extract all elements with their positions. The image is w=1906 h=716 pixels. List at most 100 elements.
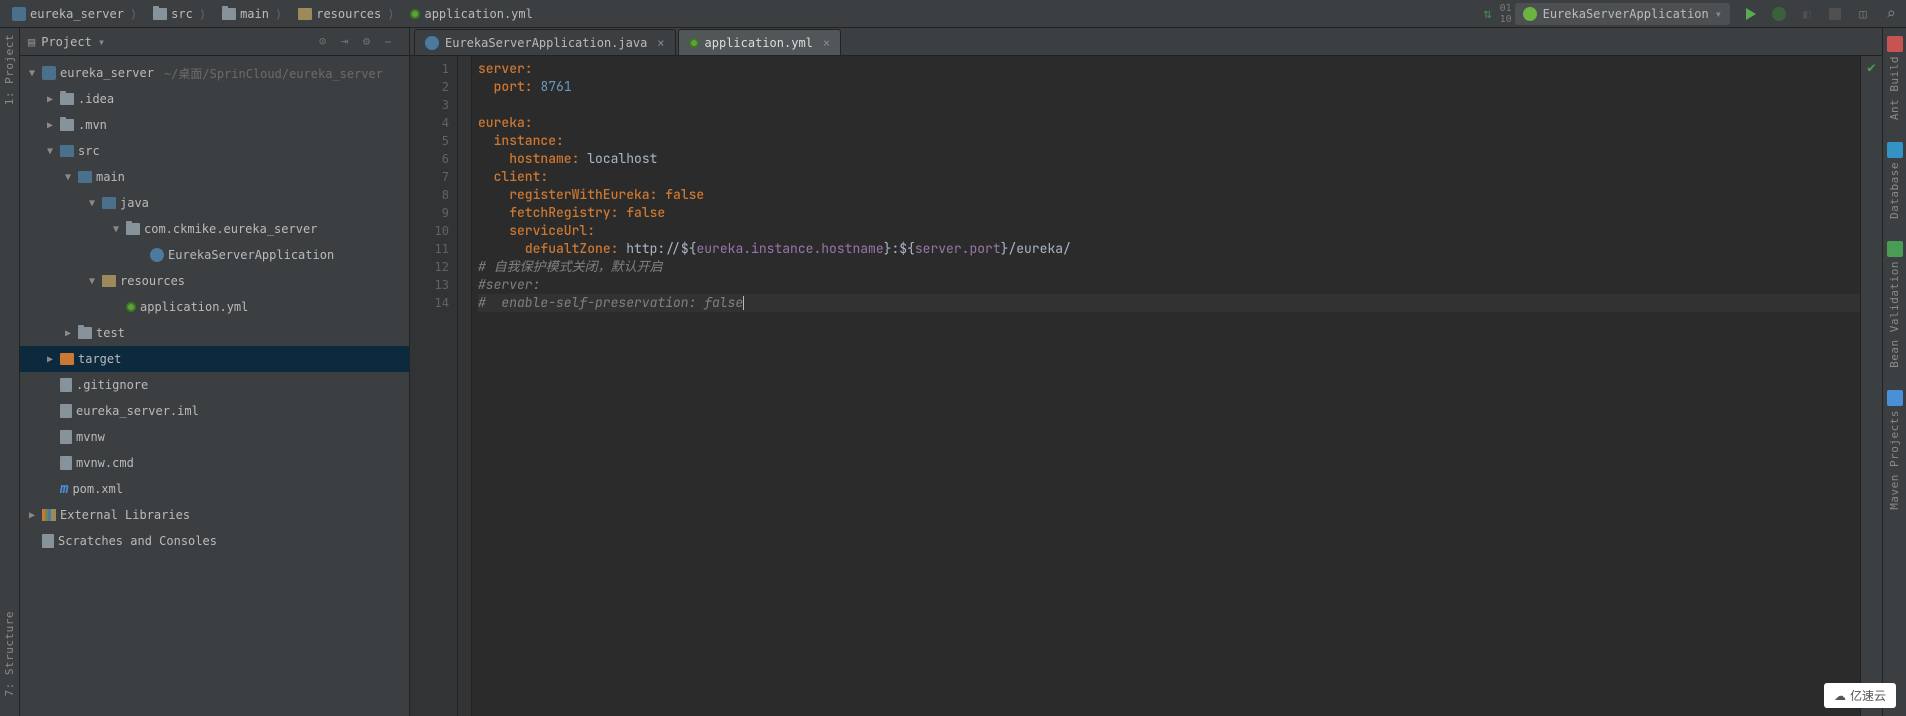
- tree-arrow[interactable]: ▼: [62, 172, 74, 183]
- tree-row[interactable]: EurekaServerApplication: [20, 242, 409, 268]
- hide-icon[interactable]: ⎯: [385, 34, 401, 50]
- breadcrumb-item[interactable]: src⟩: [147, 3, 212, 25]
- line-number: 11: [410, 240, 449, 258]
- navigation-bar: eureka_server⟩src⟩main⟩resources⟩applica…: [0, 0, 1906, 28]
- tree-row[interactable]: ▶.mvn: [20, 112, 409, 138]
- tool-window-button[interactable]: Ant Build: [1887, 36, 1903, 120]
- tree-row[interactable]: ▼com.ckmike.eureka_server: [20, 216, 409, 242]
- chevron-down-icon[interactable]: ▾: [98, 35, 105, 49]
- editor-tab[interactable]: application.yml ×: [678, 29, 842, 55]
- module-icon: [12, 7, 26, 21]
- project-panel-header: ▤ Project ▾ ⊙ ⇥ ⚙ ⎯: [20, 28, 409, 56]
- run-config-selector[interactable]: EurekaServerApplication ▾: [1515, 3, 1730, 25]
- tree-row[interactable]: ▼eureka_server~/桌面/SprinCloud/eureka_ser…: [20, 60, 409, 86]
- code-line[interactable]: defualtZone: http://${eureka.instance.ho…: [478, 240, 1860, 258]
- stop-button[interactable]: [1826, 5, 1844, 23]
- tree-row[interactable]: ▼ src: [20, 138, 409, 164]
- right-tool-stripe: Ant Build Database Bean Validation Maven Pr…: [1882, 28, 1906, 716]
- code-line[interactable]: serviceUrl:: [478, 222, 1860, 240]
- tree-arrow[interactable]: ▼: [44, 146, 56, 157]
- tree-row[interactable]: eureka_server.iml: [20, 398, 409, 424]
- code-line[interactable]: server:: [478, 60, 1860, 78]
- tree-row[interactable]: ▶External Libraries: [20, 502, 409, 528]
- class-icon: [150, 248, 164, 262]
- tool-window-button[interactable]: Maven Projects: [1887, 390, 1903, 510]
- search-icon[interactable]: ⌕: [1882, 5, 1900, 23]
- code-line[interactable]: client:: [478, 168, 1860, 186]
- tree-arrow[interactable]: ▶: [44, 354, 56, 365]
- tree-row[interactable]: mpom.xml: [20, 476, 409, 502]
- tree-label: eureka_server: [60, 66, 154, 80]
- breadcrumb-item[interactable]: application.yml: [404, 3, 538, 25]
- code-line[interactable]: [478, 96, 1860, 114]
- close-icon[interactable]: ×: [657, 36, 664, 50]
- code-line[interactable]: #server:: [478, 276, 1860, 294]
- code-line[interactable]: eureka:: [478, 114, 1860, 132]
- breadcrumb-item[interactable]: resources⟩: [292, 3, 400, 25]
- tree-arrow[interactable]: ▼: [86, 198, 98, 209]
- tool-label: Ant Build: [1888, 56, 1901, 120]
- package-icon: [126, 223, 140, 235]
- code-line[interactable]: port: 8761: [478, 78, 1860, 96]
- tree-arrow[interactable]: ▶: [26, 510, 38, 521]
- folder-icon: [222, 8, 236, 20]
- tree-label: src: [78, 144, 100, 158]
- source-folder-icon: [102, 197, 116, 209]
- collapse-icon[interactable]: ⇥: [341, 34, 357, 50]
- tree-row[interactable]: Scratches and Consoles: [20, 528, 409, 554]
- tree-arrow[interactable]: ▶: [62, 328, 74, 339]
- binary-icon[interactable]: 0110: [1497, 5, 1515, 23]
- line-number: 3: [410, 96, 449, 114]
- code-line[interactable]: hostname: localhost: [478, 150, 1860, 168]
- breadcrumb-item[interactable]: eureka_server⟩: [6, 3, 143, 25]
- code-line[interactable]: # 自我保护模式关闭，默认开启: [478, 258, 1860, 276]
- tree-row[interactable]: .gitignore: [20, 372, 409, 398]
- tree-arrow[interactable]: ▶: [44, 120, 56, 131]
- tree-row[interactable]: mvnw.cmd: [20, 450, 409, 476]
- tree-row[interactable]: application.yml: [20, 294, 409, 320]
- tool-icon: [1887, 241, 1903, 257]
- project-tree[interactable]: ▼eureka_server~/桌面/SprinCloud/eureka_ser…: [20, 56, 409, 716]
- run-button[interactable]: [1742, 5, 1760, 23]
- close-icon[interactable]: ×: [823, 36, 830, 50]
- tree-row[interactable]: ▼ main: [20, 164, 409, 190]
- debug-button[interactable]: [1770, 5, 1788, 23]
- fold-gutter[interactable]: [458, 56, 472, 716]
- tree-label: main: [96, 170, 125, 184]
- tree-arrow[interactable]: ▼: [86, 276, 98, 287]
- tree-row[interactable]: ▶test: [20, 320, 409, 346]
- tool-project[interactable]: 1: Project: [3, 34, 16, 105]
- source-folder-icon: [60, 145, 74, 157]
- tree-arrow[interactable]: ▶: [44, 94, 56, 105]
- code-line[interactable]: # enable-self-preservation: false: [478, 294, 1860, 312]
- class-icon: [425, 36, 439, 50]
- update-icon[interactable]: ⇅: [1479, 5, 1497, 23]
- tree-row[interactable]: mvnw: [20, 424, 409, 450]
- tool-icon: [1887, 142, 1903, 158]
- code-line[interactable]: fetchRegistry: false: [478, 204, 1860, 222]
- coverage-button[interactable]: ◧: [1798, 5, 1816, 23]
- line-number: 13: [410, 276, 449, 294]
- tree-row[interactable]: ▶target: [20, 346, 409, 372]
- tree-arrow[interactable]: ▼: [110, 224, 122, 235]
- editor-tab[interactable]: EurekaServerApplication.java×: [414, 29, 676, 55]
- code-line[interactable]: registerWithEureka: false: [478, 186, 1860, 204]
- layout-icon[interactable]: ◫: [1854, 5, 1872, 23]
- tree-row[interactable]: ▼java: [20, 190, 409, 216]
- tree-arrow[interactable]: ▼: [26, 68, 38, 79]
- tab-label: application.yml: [705, 36, 813, 50]
- file-icon: [60, 456, 72, 470]
- tool-window-button[interactable]: Database: [1887, 142, 1903, 219]
- tool-window-button[interactable]: Bean Validation: [1887, 241, 1903, 368]
- breadcrumb-item[interactable]: main⟩: [216, 3, 288, 25]
- code-line[interactable]: instance:: [478, 132, 1860, 150]
- tree-row[interactable]: ▶.idea: [20, 86, 409, 112]
- line-number: 2: [410, 78, 449, 96]
- gear-icon[interactable]: ⚙: [363, 34, 379, 50]
- code-editor[interactable]: server: port: 8761 eureka: instance: hos…: [472, 56, 1860, 716]
- locate-icon[interactable]: ⊙: [319, 34, 335, 50]
- line-number: 7: [410, 168, 449, 186]
- tool-structure[interactable]: 7: Structure: [3, 611, 16, 696]
- tree-row[interactable]: ▼resources: [20, 268, 409, 294]
- inspection-ok-icon[interactable]: ✔: [1867, 60, 1875, 76]
